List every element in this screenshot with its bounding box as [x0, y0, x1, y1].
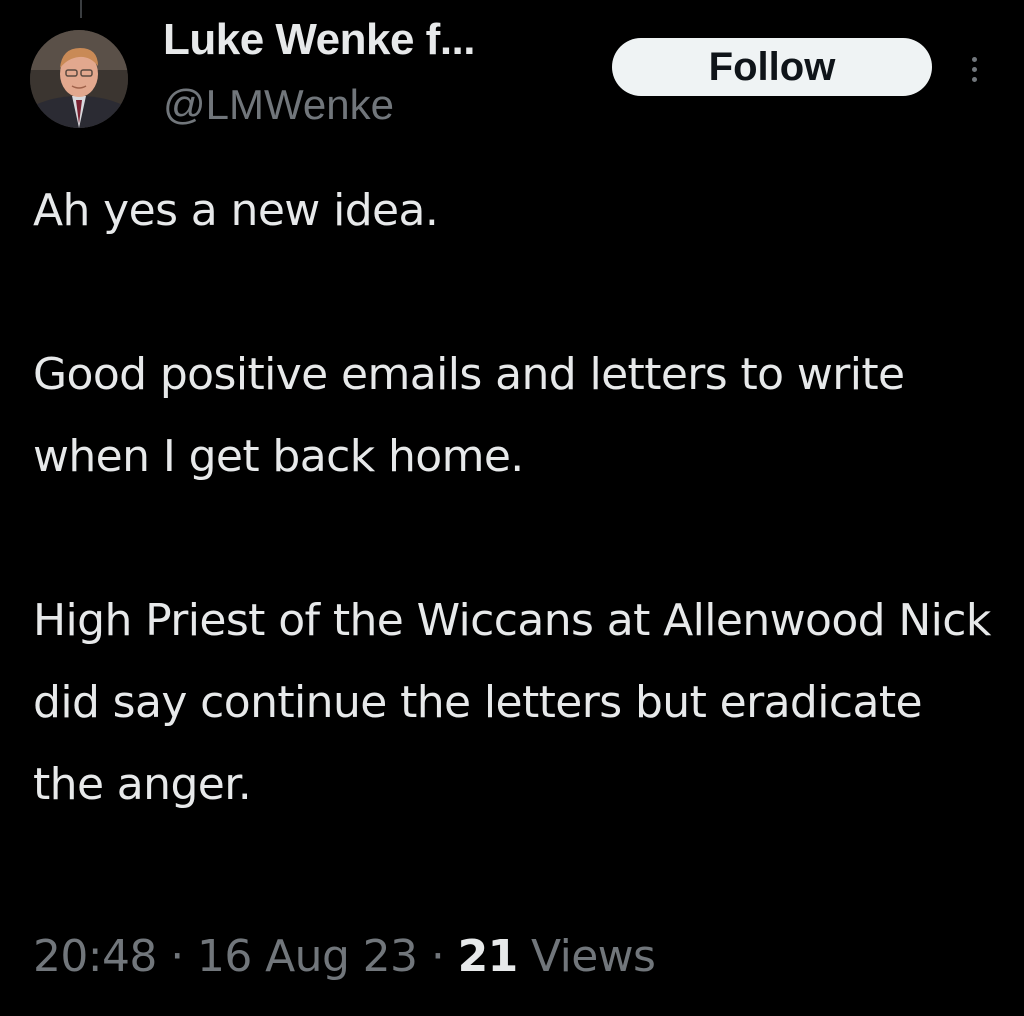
more-options-icon[interactable]	[960, 44, 988, 94]
meta-separator: ·	[430, 931, 445, 982]
more-dot	[971, 56, 977, 62]
meta-separator: ·	[170, 931, 184, 982]
avatar-photo	[30, 30, 128, 128]
author-avatar[interactable]	[30, 30, 128, 128]
more-dot	[971, 76, 977, 82]
thread-connector-line	[80, 0, 82, 18]
follow-button[interactable]: Follow	[612, 38, 932, 96]
tweet-paragraph: High Priest of the Wiccans at Allenwood …	[33, 595, 991, 810]
more-dot	[971, 66, 977, 72]
tweet-paragraph: Ah yes a new idea.	[33, 185, 439, 236]
tweet-text: Ah yes a new idea. Good positive emails …	[33, 170, 993, 826]
author-handle[interactable]: @LMWenke	[163, 80, 394, 130]
author-display-name[interactable]: Luke Wenke f...	[163, 14, 476, 66]
tweet-time[interactable]: 20:48	[33, 931, 157, 982]
tweet-date[interactable]: 16 Aug 23	[197, 931, 418, 982]
tweet-paragraph: Good positive emails and letters to writ…	[33, 349, 905, 482]
views-count[interactable]: 21	[458, 931, 519, 982]
views-label[interactable]: Views	[531, 931, 656, 982]
tweet-meta: 20:48 · 16 Aug 23 · 21 Views	[33, 925, 656, 989]
